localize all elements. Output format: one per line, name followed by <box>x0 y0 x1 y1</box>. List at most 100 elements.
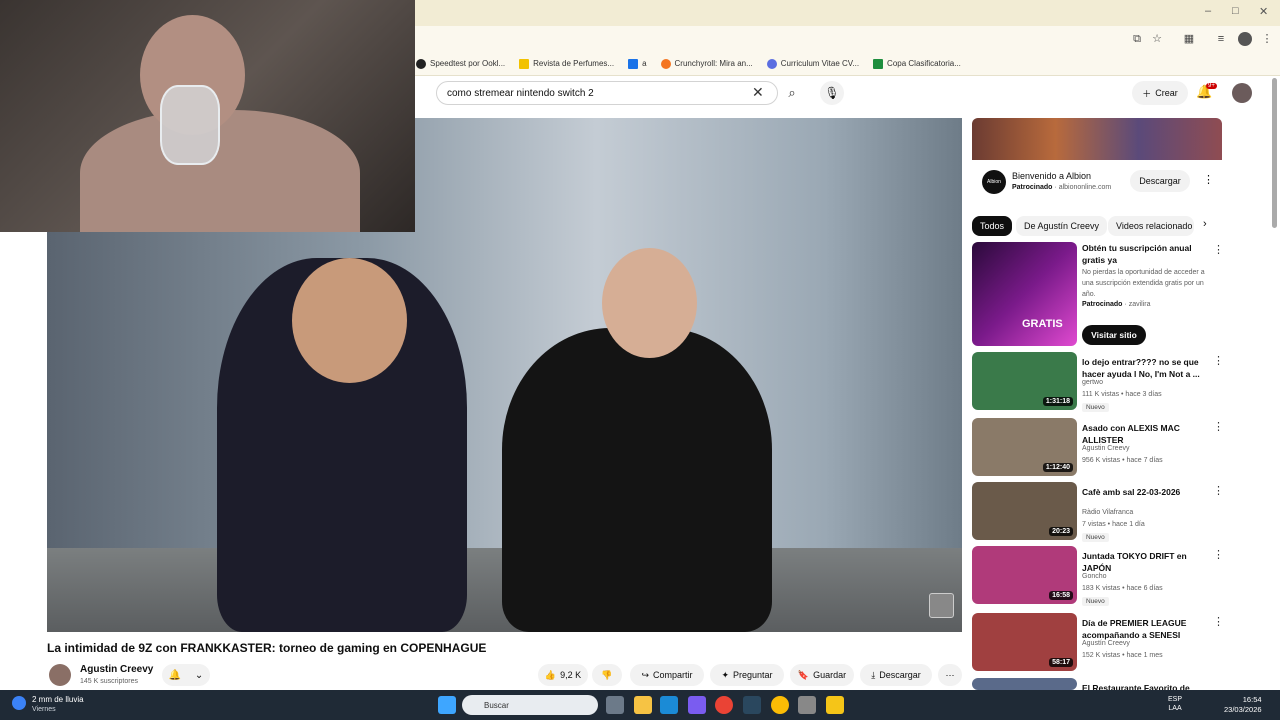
ad-sponsor-line: Patrocinado · albiononline.com <box>1012 184 1112 191</box>
video-menu-icon[interactable]: ⋮ <box>1213 484 1224 497</box>
ad-download-button[interactable]: Descargar <box>1130 170 1190 192</box>
chrome-icon[interactable] <box>715 696 733 714</box>
ad-title: Bienvenido a Albion <box>1012 171 1092 181</box>
file-explorer-icon[interactable] <box>634 696 652 714</box>
video-menu-icon[interactable]: ⋮ <box>1213 420 1224 433</box>
video-title-link[interactable]: Juntada TOKYO DRIFT en JAPÓN <box>1082 550 1200 574</box>
promo-thumbnail[interactable]: GRATIS <box>972 242 1077 346</box>
extensions-icon[interactable]: ▦ <box>1182 32 1196 46</box>
video-meta: 7 vistas • hace 1 día <box>1082 521 1145 528</box>
chip-related[interactable]: Videos relacionado <box>1108 216 1194 236</box>
video-title-link[interactable]: Asado con ALEXIS MAC ALLISTER <box>1082 422 1200 446</box>
promo-title[interactable]: Obtén tu suscripción anual gratis ya <box>1082 242 1200 266</box>
microphone-icon[interactable]: 🎙 <box>820 81 844 105</box>
bookmark-speedtest[interactable]: Speedtest por Ookl... <box>416 58 505 69</box>
save-button[interactable]: 🔖 Guardar <box>790 664 854 686</box>
app-icon[interactable] <box>826 696 844 714</box>
search-icon[interactable]: ⌕ <box>780 81 804 105</box>
notification-badge: 9+ <box>1206 83 1217 89</box>
create-button[interactable]: ＋ Crear <box>1132 81 1188 105</box>
obs-icon[interactable] <box>798 696 816 714</box>
video-meta: 183 K vistas • hace 6 días <box>1082 585 1163 592</box>
crunchyroll-icon <box>660 58 671 69</box>
media-icon[interactable]: ≡ <box>1214 32 1228 46</box>
install-app-icon[interactable]: ⧉ <box>1130 32 1144 46</box>
ask-button[interactable]: ✦ Preguntar <box>710 664 784 686</box>
taskbar-search-input[interactable]: Buscar <box>462 695 598 715</box>
language-indicator[interactable]: ESP LAA <box>1168 695 1182 713</box>
video-thumbnail[interactable] <box>972 678 1077 690</box>
video-thumbnail[interactable]: 58:17 <box>972 613 1077 671</box>
video-channel[interactable]: gertwo <box>1082 379 1103 386</box>
video-channel[interactable]: Agustín Creevy <box>1082 640 1130 647</box>
bookmark-revista[interactable]: Revista de Perfumes... <box>519 58 614 69</box>
task-view-icon[interactable] <box>606 696 624 714</box>
chip-all[interactable]: Todos <box>972 216 1013 236</box>
promo-description: No pierdas la oportunidad de acceder a u… <box>1082 269 1205 298</box>
video-thumbnail[interactable]: 1:12:40 <box>972 418 1077 476</box>
video-thumbnail[interactable]: 20:23 <box>972 482 1077 540</box>
promo-menu-icon[interactable]: ⋮ <box>1213 243 1224 256</box>
steam-alt-icon[interactable] <box>743 696 761 714</box>
chrome-active-icon[interactable] <box>771 696 789 714</box>
steam-icon[interactable] <box>660 696 678 714</box>
page-scrollbar[interactable] <box>1272 78 1277 228</box>
like-button[interactable]: 👍 9,2 K <box>538 664 588 686</box>
bookmark-icon: 🔖 <box>797 669 810 680</box>
plus-icon: ＋ <box>1142 88 1152 99</box>
clear-search-icon[interactable]: ✕ <box>752 84 764 101</box>
bookmark-curriculum[interactable]: Curriculum Vitae CV... <box>766 58 859 69</box>
video-title-link[interactable]: lo dejo entrar???? no se que hacer ayuda… <box>1082 356 1200 380</box>
video-thumbnail[interactable]: 1:31:18 <box>972 352 1077 410</box>
close-window-button[interactable]: ✕ <box>1259 5 1268 18</box>
visit-site-button[interactable]: Visitar sitio <box>1082 325 1146 345</box>
subscription-bell-button[interactable]: 🔔 ⌄ <box>162 664 210 686</box>
video-channel[interactable]: Agustin Creevy <box>1082 445 1129 452</box>
start-menu-icon[interactable] <box>438 696 456 714</box>
chip-from-channel[interactable]: De Agustín Creevy <box>1016 216 1108 236</box>
profile-icon[interactable] <box>1238 32 1252 46</box>
chevron-right-icon[interactable]: › <box>1203 218 1207 230</box>
bookmark-sf[interactable]: a <box>628 58 647 69</box>
new-badge: Nuevo <box>1082 533 1109 542</box>
discord-icon[interactable] <box>688 696 706 714</box>
video-channel[interactable]: Goncho <box>1082 573 1107 580</box>
download-button[interactable]: ⤓ Descargar <box>860 664 932 686</box>
ad-banner-image[interactable] <box>972 118 1222 160</box>
bell-icon: 🔔 <box>168 669 182 681</box>
video-menu-icon[interactable]: ⋮ <box>1213 615 1224 628</box>
video-duration: 58:17 <box>1049 658 1073 667</box>
video-menu-icon[interactable]: ⋮ <box>1213 548 1224 561</box>
browser-menu-icon[interactable]: ⋮ <box>1260 32 1274 46</box>
video-menu-icon[interactable]: ⋮ <box>1213 354 1224 367</box>
video-person-left-head <box>292 258 407 383</box>
bookmark-copa[interactable]: Copa Clasificatoria... <box>873 58 961 69</box>
channel-watermark[interactable] <box>929 593 954 618</box>
copa-icon <box>873 58 884 69</box>
webcam-overlay <box>0 0 415 232</box>
ad-menu-icon[interactable]: ⋮ <box>1203 173 1214 186</box>
channel-name[interactable]: Agustin Creevy <box>80 664 153 675</box>
minimize-button[interactable]: – <box>1205 5 1211 17</box>
video-meta: 111 K vistas • hace 3 días <box>1082 391 1162 398</box>
promo-sponsor-line: Patrocinado · zavilira <box>1082 301 1151 308</box>
account-avatar[interactable] <box>1232 83 1252 103</box>
video-thumbnail[interactable]: 16:58 <box>972 546 1077 604</box>
dislike-button[interactable]: 👎 <box>592 664 622 686</box>
video-title-link[interactable]: Día de PREMIER LEAGUE acompañando a SENE… <box>1082 617 1200 641</box>
bookmark-star-icon[interactable]: ☆ <box>1150 32 1164 46</box>
weather-text[interactable]: 2 mm de lluvia <box>32 695 84 704</box>
bookmark-crunchyroll[interactable]: Crunchyroll: Mira an... <box>660 58 753 69</box>
weather-icon[interactable] <box>12 696 26 710</box>
maximize-button[interactable]: □ <box>1232 5 1239 17</box>
video-duration: 1:12:40 <box>1042 463 1073 472</box>
more-actions-button[interactable]: ⋯ <box>938 664 962 686</box>
taskbar-clock[interactable]: 16:54 23/03/2026 <box>1224 695 1262 715</box>
webcam-glass <box>160 85 220 165</box>
share-button[interactable]: ↪ Compartir <box>630 664 704 686</box>
search-input[interactable]: como stremear nintendo switch 2 <box>436 81 778 105</box>
video-channel[interactable]: Ràdio Vilafranca <box>1082 509 1133 516</box>
channel-avatar[interactable] <box>49 664 71 686</box>
thumbs-down-icon: 👎 <box>601 669 613 680</box>
video-title-link[interactable]: Cafè amb sal 22-03-2026 <box>1082 486 1200 498</box>
